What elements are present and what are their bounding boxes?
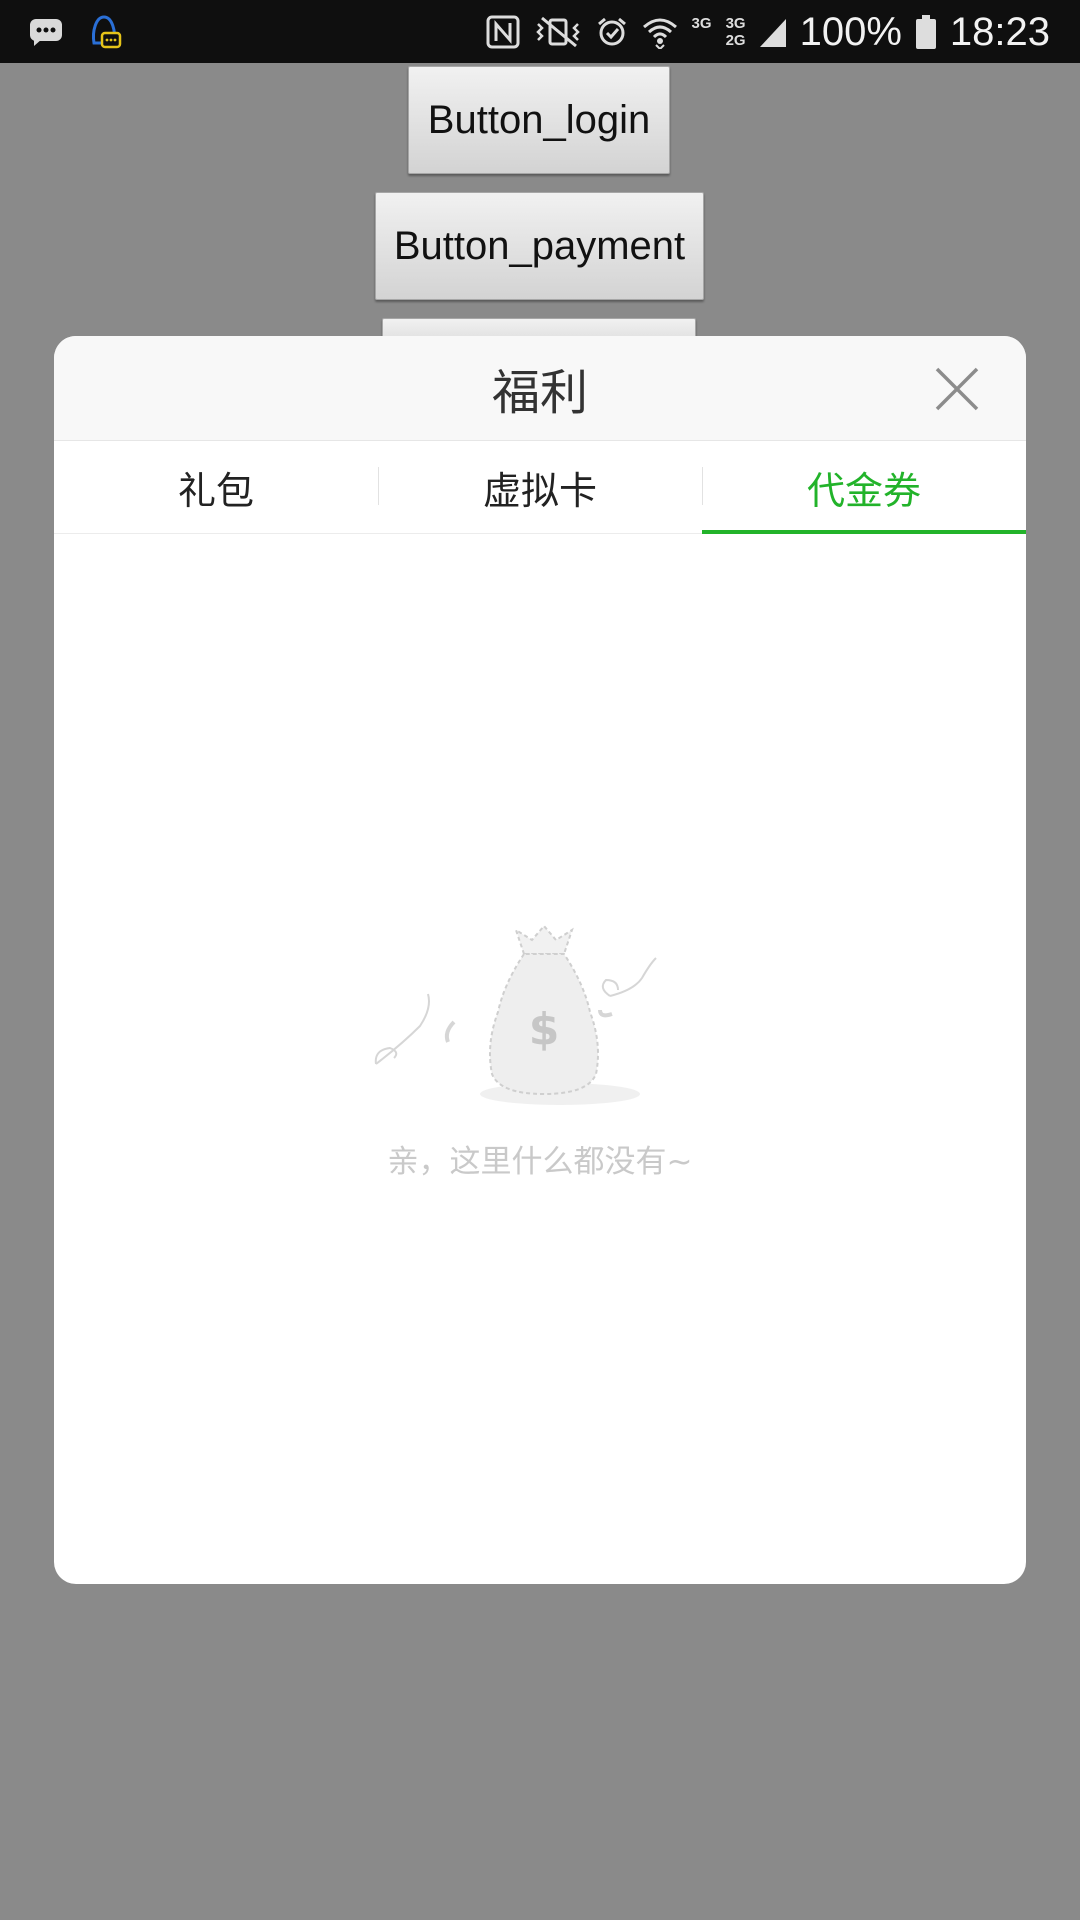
login-button[interactable]: Button_login: [408, 66, 670, 174]
tab-bar: 礼包 虚拟卡 代金券: [54, 441, 1026, 534]
tab-label: 礼包: [177, 468, 254, 513]
dialog-header: 福利: [54, 336, 1026, 441]
nfc-icon: [486, 15, 520, 48]
network-type-left: 3G: [692, 15, 712, 49]
money-bag-icon: $: [374, 924, 657, 1105]
wifi-icon: [642, 18, 677, 49]
network-type-right: 3G 2G: [726, 15, 746, 49]
close-icon[interactable]: [934, 366, 980, 412]
payment-button[interactable]: Button_payment: [375, 192, 704, 300]
tab-gift-pack[interactable]: 礼包: [54, 441, 378, 533]
network-label-2g: 2G: [725, 31, 746, 49]
welfare-dialog: 福利 礼包 虚拟卡 代金券 $ 亲，这里什么都没有~: [54, 336, 1026, 1584]
tab-voucher[interactable]: 代金券: [702, 441, 1026, 534]
clock: 18:23: [949, 9, 1050, 54]
tab-label: 代金券: [806, 468, 921, 513]
vibrate-icon: [535, 16, 580, 47]
alarm-icon: [597, 17, 626, 45]
dialog-title: 福利: [491, 365, 588, 421]
tab-virtual-card[interactable]: 虚拟卡: [378, 441, 702, 533]
battery-icon: [915, 14, 936, 49]
qq-notification-icon: [92, 14, 122, 48]
status-bar: 3G 3G 2G 100% 18:23: [0, 0, 1080, 63]
signal-icon: [759, 18, 786, 47]
svg-text:$: $: [529, 1004, 560, 1055]
message-icon: [30, 18, 62, 46]
network-label-3g: 3G: [691, 14, 712, 32]
network-label-3g-top: 3G: [725, 14, 746, 32]
tab-label: 虚拟卡: [482, 468, 597, 513]
battery-percentage: 100%: [799, 9, 902, 54]
empty-state-text: 亲，这里什么都没有~: [387, 1144, 693, 1180]
